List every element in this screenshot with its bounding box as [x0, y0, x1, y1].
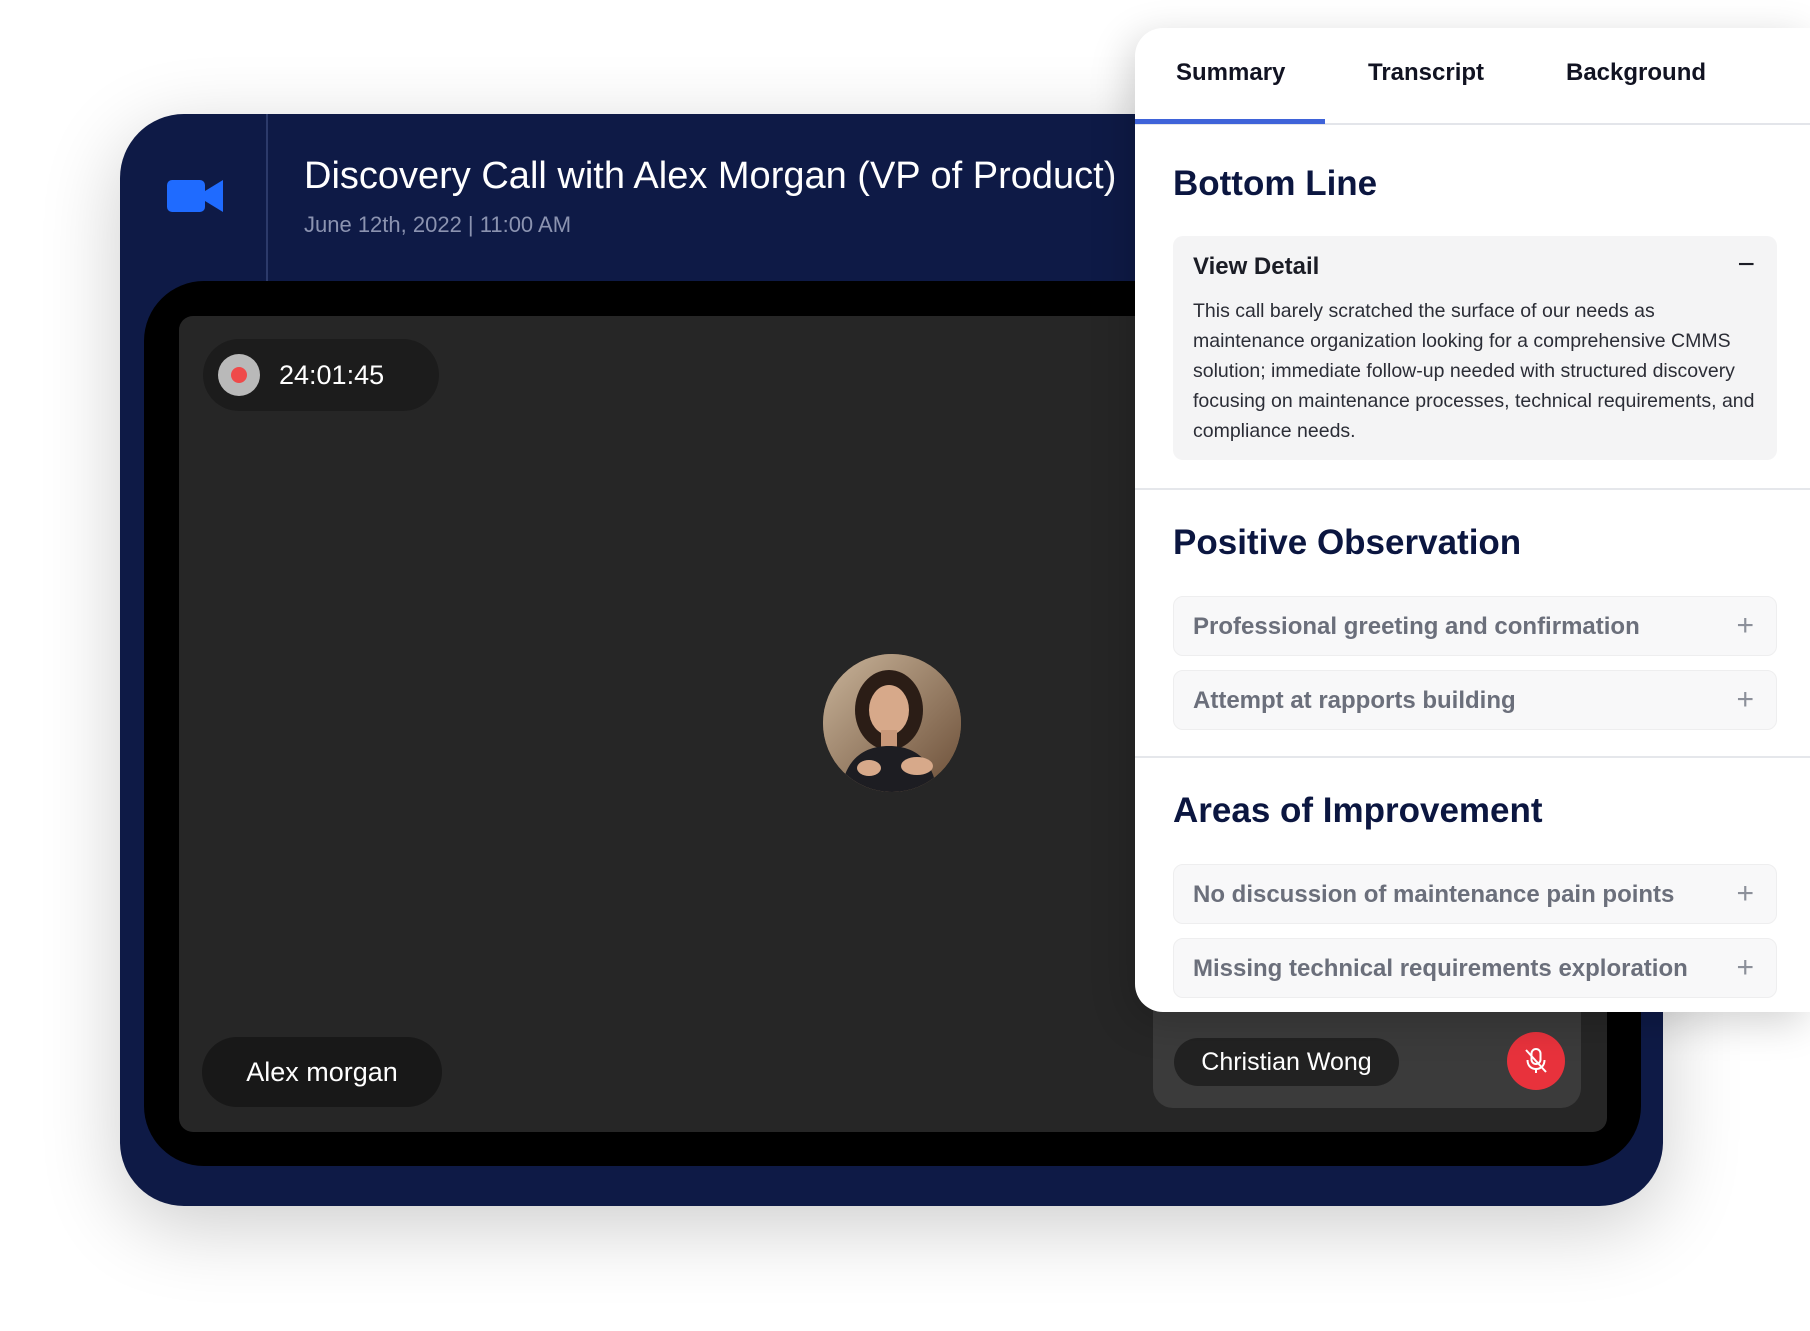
improvement-item-label: Missing technical requirements explorati…	[1193, 955, 1688, 982]
bottom-line-text: This call barely scratched the surface o…	[1193, 300, 1755, 442]
view-detail-label[interactable]: View Detail	[1193, 252, 1319, 282]
summary-panel: Summary Transcript Background Bottom Lin…	[1135, 28, 1810, 1012]
self-name-tag: Christian Wong	[1174, 1038, 1399, 1086]
expand-icon[interactable]: +	[1736, 681, 1754, 719]
participant-avatar	[823, 654, 961, 792]
positive-observation-heading: Positive Observation	[1173, 523, 1522, 562]
collapse-icon[interactable]: −	[1737, 248, 1755, 282]
call-title: Discovery Call with Alex Morgan (VP of P…	[304, 155, 1117, 197]
section-divider	[1135, 756, 1810, 758]
positive-item[interactable]: Professional greeting and confirmation +	[1173, 596, 1777, 656]
tab-background[interactable]: Background	[1566, 58, 1706, 88]
improvement-item[interactable]: Missing technical requirements explorati…	[1173, 938, 1777, 998]
expand-icon[interactable]: +	[1736, 875, 1754, 913]
positive-item-label: Professional greeting and confirmation	[1193, 613, 1640, 640]
mic-toggle-button[interactable]	[1507, 1032, 1565, 1090]
positive-item-label: Attempt at rapports building	[1193, 687, 1516, 714]
positive-item[interactable]: Attempt at rapports building +	[1173, 670, 1777, 730]
participant-name-tag: Alex morgan	[202, 1037, 442, 1107]
recording-time: 24:01:45	[279, 360, 385, 390]
active-tab-indicator	[1135, 119, 1325, 124]
section-divider	[1135, 488, 1810, 490]
expand-icon[interactable]: +	[1736, 607, 1754, 645]
bottom-line-detail: View Detail − This call barely scratched…	[1173, 236, 1777, 460]
avatar-photo	[823, 654, 961, 792]
record-icon	[218, 354, 260, 396]
call-date: June 12th, 2022 | 11:00 AM	[304, 212, 572, 237]
panel-tabs: Summary Transcript Background	[1135, 28, 1810, 125]
video-camera-icon	[167, 180, 223, 212]
tab-transcript[interactable]: Transcript	[1368, 58, 1484, 88]
improvement-item-label: No discussion of maintenance pain points	[1193, 881, 1675, 908]
improvement-item[interactable]: No discussion of maintenance pain points…	[1173, 864, 1777, 924]
mic-off-icon	[1525, 1048, 1547, 1073]
tab-summary[interactable]: Summary	[1176, 58, 1285, 88]
header-divider	[266, 114, 268, 282]
bottom-line-heading: Bottom Line	[1173, 164, 1378, 203]
expand-icon[interactable]: +	[1736, 949, 1754, 987]
recording-indicator: 24:01:45	[203, 339, 439, 411]
areas-of-improvement-heading: Areas of Improvement	[1173, 791, 1543, 830]
